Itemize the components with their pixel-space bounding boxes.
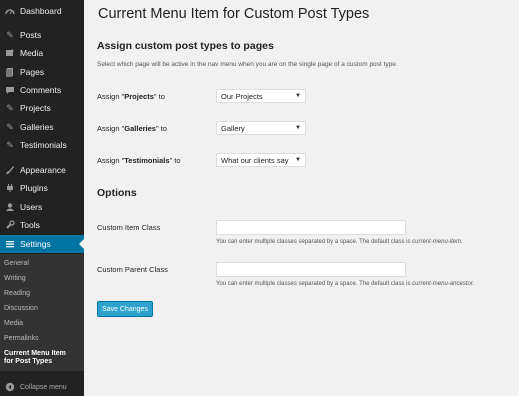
assign-testimonials-label: Assign "Testimonials" to <box>97 156 181 165</box>
custom-parent-class-label: Custom Parent Class <box>97 265 168 274</box>
pages-icon <box>5 67 15 77</box>
testimonials-page-select[interactable]: What our clients say ▼ <box>216 153 306 167</box>
admin-sidebar: Dashboard ✎ Posts Media Pages Comments ✎… <box>0 0 84 396</box>
galleries-page-select[interactable]: Gallery ▼ <box>216 121 306 135</box>
submenu-permalinks[interactable]: Permalinks <box>4 335 82 343</box>
media-icon <box>5 48 15 58</box>
sidebar-item-appearance[interactable]: Appearance <box>0 161 84 179</box>
assign-galleries-label: Assign "Galleries" to <box>97 124 167 133</box>
sidebar-item-plugins[interactable]: Plugins <box>0 179 84 197</box>
comments-icon <box>5 85 15 95</box>
chevron-down-icon: ▼ <box>295 93 301 99</box>
sidebar-item-testimonials[interactable]: ✎ Testimonials <box>0 136 84 154</box>
dashboard-icon <box>5 6 15 16</box>
sidebar-item-projects[interactable]: ✎ Projects <box>0 99 84 117</box>
sidebar-item-galleries[interactable]: ✎ Galleries <box>0 118 84 136</box>
sidebar-item-comments[interactable]: Comments <box>0 81 84 99</box>
submenu-discussion[interactable]: Discussion <box>4 305 82 313</box>
custom-parent-class-hint: You can enter multiple classes separated… <box>216 281 475 287</box>
pin-icon: ✎ <box>6 122 14 132</box>
pin-icon: ✎ <box>6 140 14 150</box>
wrench-icon <box>5 220 15 230</box>
submenu-media[interactable]: Media <box>4 320 82 328</box>
chevron-down-icon: ▼ <box>295 125 301 131</box>
page-title: Current Menu Item for Custom Post Types <box>98 6 370 22</box>
collapse-icon <box>5 382 15 392</box>
custom-item-class-input[interactable] <box>216 220 406 235</box>
plug-icon <box>5 183 15 193</box>
brush-icon <box>5 165 15 175</box>
pin-icon: ✎ <box>6 103 14 113</box>
projects-page-select[interactable]: Our Projects ▼ <box>216 89 306 103</box>
chevron-down-icon: ▼ <box>295 157 301 163</box>
sidebar-item-users[interactable]: Users <box>0 198 84 216</box>
submenu-general[interactable]: General <box>4 260 82 268</box>
sidebar-item-dashboard[interactable]: Dashboard <box>0 2 84 20</box>
sidebar-item-posts[interactable]: ✎ Posts <box>0 26 84 44</box>
pin-icon: ✎ <box>6 30 14 40</box>
submenu-writing[interactable]: Writing <box>4 275 82 283</box>
collapse-menu-button[interactable]: Collapse menu <box>0 378 84 396</box>
submenu-current-menu-item[interactable]: Current Menu Item for Post Types <box>4 350 66 366</box>
section-title-assign: Assign custom post types to pages <box>97 40 274 52</box>
custom-parent-class-input[interactable] <box>216 262 406 277</box>
main-content: Current Menu Item for Custom Post Types … <box>84 0 519 396</box>
section-title-options: Options <box>97 187 137 199</box>
sidebar-item-pages[interactable]: Pages <box>0 63 84 81</box>
sidebar-item-settings[interactable]: Settings <box>0 235 84 253</box>
settings-submenu: General Writing Reading Discussion Media… <box>0 254 84 371</box>
custom-item-class-label: Custom Item Class <box>97 223 161 232</box>
settings-icon <box>5 239 15 249</box>
user-icon <box>5 202 15 212</box>
custom-item-class-hint: You can enter multiple classes separated… <box>216 239 463 245</box>
sidebar-item-tools[interactable]: Tools <box>0 216 84 234</box>
save-changes-button[interactable]: Save Changes <box>97 301 153 317</box>
submenu-reading[interactable]: Reading <box>4 290 82 298</box>
section-description: Select which page will be active in the … <box>97 61 398 68</box>
sidebar-item-media[interactable]: Media <box>0 44 84 62</box>
assign-projects-label: Assign "Projects" to <box>97 92 165 101</box>
